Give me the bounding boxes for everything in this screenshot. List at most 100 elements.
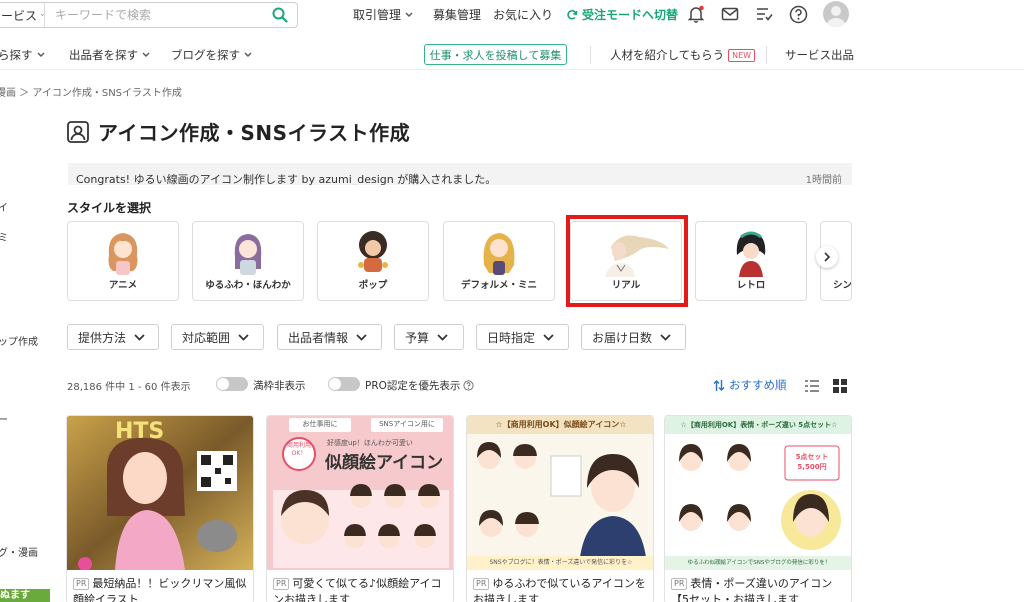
- commercial-ok-badge: 商用利用OK！: [286, 442, 311, 457]
- banner-tag: お仕事用に: [302, 420, 338, 428]
- nav-transactions[interactable]: 取引管理: [353, 6, 413, 23]
- result-count: 28,186 件中 1 - 60 件表示: [67, 382, 191, 393]
- help-button[interactable]: [787, 3, 809, 25]
- product-card[interactable]: ☆【商用利用OK】表情・ポーズ違い 5点セット☆ 5点セット 5,500円 ゆる…: [664, 415, 852, 602]
- search-box: ービス: [0, 2, 298, 28]
- breadcrumb[interactable]: 漫画 ＞ アイコン作成・SNSイラスト作成: [0, 84, 182, 99]
- sort-icon: [713, 379, 725, 391]
- portrait-icon-ad-image: [467, 416, 653, 570]
- top-header: ービス 取引管理 募集管理 お気に入り 受注モードへ切替: [0, 0, 1024, 32]
- product-title-text: 最短納品！！ビックリマン風似顔絵イラスト: [73, 577, 247, 602]
- nav-transactions-label: 取引管理: [353, 8, 402, 22]
- pr-badge: PR: [273, 578, 290, 590]
- pr-badge: PR: [671, 578, 688, 590]
- pr-badge: PR: [73, 578, 90, 590]
- pro-first-toggle[interactable]: [328, 377, 360, 391]
- nav-recruitment[interactable]: 募集管理: [433, 6, 481, 23]
- product-thumbnail: ☆【商用利用OK】似顔絵アイコン☆ SNSやブログに！表情・ポーズ違いで発信に彩…: [467, 416, 653, 570]
- sell-service-link[interactable]: サービス出品: [785, 47, 854, 63]
- style-section-label: スタイルを選択: [67, 201, 152, 215]
- sidebar-fragment[interactable]: ップ作成: [0, 333, 38, 348]
- subnav-find-blogs[interactable]: ブログを探す: [171, 47, 252, 63]
- filter-datetime[interactable]: 日時指定: [476, 324, 569, 350]
- style-card-label: ゆるふわ・ほんわか: [205, 280, 291, 291]
- style-card-yurufuwa[interactable]: ゆるふわ・ほんわか: [192, 221, 304, 301]
- style-card-deformed[interactable]: デフォルメ・ミニ: [443, 221, 555, 301]
- chibi-girl-icon: [483, 233, 515, 275]
- filter-delivery-days[interactable]: お届け日数: [581, 324, 686, 350]
- filter-label: 出品者情報: [288, 330, 349, 345]
- nav-favorites[interactable]: お気に入り: [493, 6, 553, 23]
- chevron-right-icon: [824, 252, 831, 262]
- filter-seller-info[interactable]: 出品者情報: [277, 324, 382, 350]
- style-card-label: アニメ: [108, 280, 138, 291]
- list-view-icon[interactable]: [804, 378, 820, 394]
- nav-divider: [766, 46, 767, 64]
- help-icon: [789, 5, 807, 23]
- mail-icon: [721, 7, 739, 21]
- mode-switch-link[interactable]: 受注モードへ切替: [566, 6, 678, 23]
- secondary-nav: ら探す 出品者を探す ブログを探す 仕事・求人を投稿して募集 人材を紹介してもら…: [0, 38, 1024, 70]
- subnav-find-services-label: ら探す: [0, 48, 33, 62]
- sell-service-label: サービス出品: [785, 48, 854, 62]
- sticker-illustration-image: HTS: [67, 416, 253, 570]
- search-button[interactable]: [263, 3, 297, 27]
- product-thumbnail: HTS: [67, 416, 253, 570]
- chevron-down-icon: [37, 52, 44, 57]
- product-card[interactable]: HTS PR 最短納品！！ビックリマン風似顔絵イラスト: [66, 415, 254, 602]
- filter-delivery-method[interactable]: 提供方法: [67, 324, 159, 350]
- banner-tag: SNSアイコン用に: [379, 420, 435, 428]
- hide-full-toggle[interactable]: [216, 377, 248, 391]
- filter-label: お届け日数: [592, 330, 653, 345]
- messages-button[interactable]: [719, 3, 741, 25]
- refer-talent-label: 人材を紹介してもらう: [610, 48, 725, 62]
- style-card-anime[interactable]: アニメ: [67, 221, 179, 301]
- sidebar-green-button[interactable]: ぬます: [0, 589, 50, 602]
- chevron-down-icon: [238, 333, 249, 341]
- style-card-label: デフォルメ・ミニ: [460, 280, 537, 291]
- style-card-label: レトロ: [736, 280, 766, 291]
- filter-label: 日時指定: [487, 330, 536, 345]
- refer-talent-link[interactable]: 人材を紹介してもらう NEW: [610, 47, 756, 63]
- nav-favorites-label: お気に入り: [493, 8, 554, 22]
- sidebar-fragment[interactable]: ー: [0, 411, 8, 426]
- product-card[interactable]: お仕事用に SNSアイコン用に 商用利用OK！ 好感度up！ほんわか可愛い 似顔…: [266, 415, 454, 602]
- todo-button[interactable]: [753, 3, 775, 25]
- user-avatar[interactable]: [823, 1, 849, 27]
- subnav-find-sellers[interactable]: 出品者を探す: [69, 47, 150, 63]
- subnav-find-services[interactable]: ら探す: [0, 47, 45, 63]
- style-card-pop[interactable]: ポップ: [317, 221, 429, 301]
- pro-first-label: PRO認定を優先表示: [365, 378, 475, 393]
- ticker-time: 1時間前: [805, 175, 842, 185]
- soft-girl-icon: [234, 234, 262, 275]
- filter-budget[interactable]: 予算: [394, 324, 464, 350]
- chevron-down-icon: [134, 333, 145, 341]
- carousel-next-button[interactable]: [816, 246, 838, 268]
- banner-headline: 似顔絵アイコン: [325, 453, 444, 473]
- filter-label: 対応範囲: [182, 330, 231, 345]
- product-title: PR 最短納品！！ビックリマン風似顔絵イラスト: [73, 576, 249, 602]
- sort-dropdown[interactable]: おすすめ順: [713, 377, 787, 393]
- purchase-ticker: Congrats! ゆるい線画のアイコン制作します by azumi_desig…: [68, 163, 852, 185]
- product-card[interactable]: ☆【商用利用OK】似顔絵アイコン☆ SNSやブログに！表情・ポーズ違いで発信に彩…: [466, 415, 654, 602]
- sidebar-fragment[interactable]: イ: [0, 199, 8, 214]
- product-title: PR 可愛くて似てる♪似顔絵アイコンお描きします: [273, 576, 449, 602]
- style-card-retro[interactable]: レトロ: [695, 221, 807, 301]
- help-icon[interactable]: [463, 380, 475, 391]
- anime-girl-icon: [108, 233, 138, 275]
- grid-view-icon[interactable]: [832, 378, 848, 394]
- sidebar-fragment[interactable]: グ・漫画: [0, 544, 38, 559]
- search-category-label: ービス: [1, 8, 38, 23]
- ticker-text: Congrats! ゆるい線画のアイコン制作します by azumi_desig…: [76, 173, 497, 185]
- search-category-select[interactable]: ービス: [0, 3, 45, 27]
- pr-badge: PR: [473, 578, 490, 590]
- banner-caption: SNSやブログに！表情・ポーズ違いで発信に彩りを☆: [467, 556, 653, 570]
- post-job-button[interactable]: 仕事・求人を投稿して募集: [424, 44, 567, 65]
- filter-scope[interactable]: 対応範囲: [171, 324, 264, 350]
- chevron-down-icon: [405, 12, 413, 17]
- search-input[interactable]: [45, 3, 263, 27]
- sidebar-fragment[interactable]: ミ: [0, 229, 8, 244]
- product-title: PR 表情・ポーズ違いのアイコン【5セット・お描きします: [671, 576, 847, 602]
- notification-button[interactable]: [685, 3, 707, 25]
- chevron-down-icon: [660, 333, 671, 341]
